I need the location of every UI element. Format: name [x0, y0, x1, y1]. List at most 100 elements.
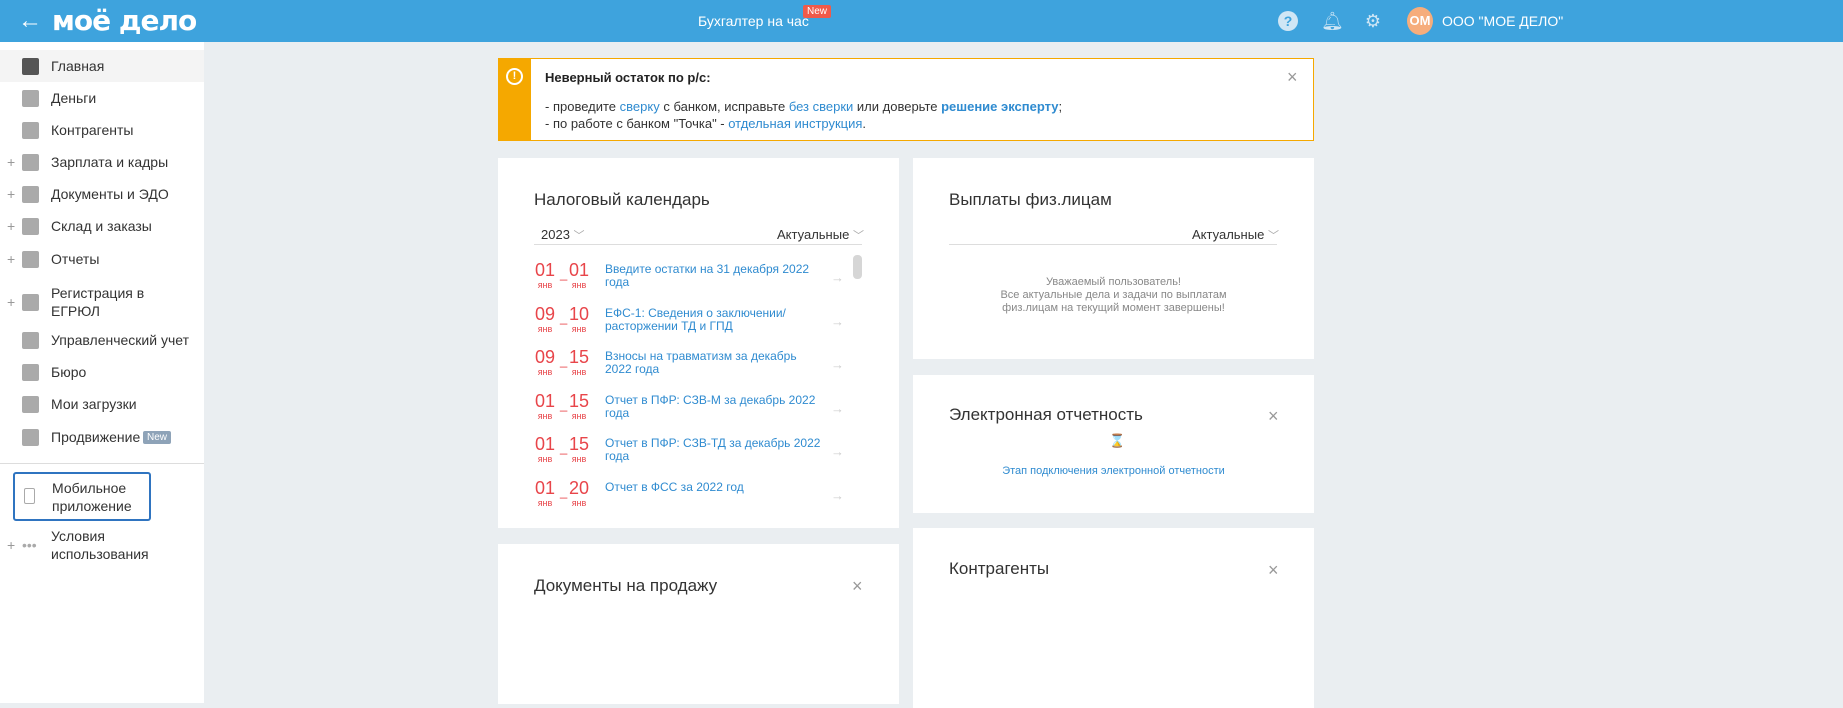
expand-icon[interactable]: + — [7, 537, 15, 553]
date-to: 15 — [568, 390, 590, 411]
contractors-card: Контрагенты × — [913, 528, 1314, 708]
sidebar-item-documents[interactable]: + Документы и ЭДО — [0, 178, 204, 210]
month-to: янв — [571, 410, 587, 421]
close-icon[interactable]: × — [1268, 406, 1279, 427]
calendar-row[interactable]: 01 янв _ 15 янв Отчет в ПФР: СЗВ-ТД за декабр… — [534, 434, 854, 474]
task-link[interactable]: Взносы на травматизм за декабрь 2022 год… — [605, 350, 825, 376]
scrollbar[interactable] — [853, 255, 862, 279]
home-icon — [22, 57, 39, 75]
date-from: 01 — [534, 434, 556, 454]
mobile-app-link[interactable]: Мобильное приложение — [13, 472, 151, 521]
arrow-right-icon[interactable]: → — [831, 444, 844, 459]
docs-for-sale-card: Документы на продажу × — [498, 544, 899, 704]
text: Все актуальные дела и задачи по выплатам — [1000, 289, 1227, 301]
calendar-row[interactable]: 01 янв _ 20 янв Отчет в ФСС за 2022 год → — [534, 478, 854, 518]
card-title: Электронная отчетность — [949, 405, 1143, 424]
chevron-down-icon: ﹀ — [852, 230, 864, 242]
sidebar-item-reports[interactable]: + Отчеты — [0, 243, 204, 275]
instruction-link[interactable]: отдельная инструкция — [728, 116, 862, 131]
task-link[interactable]: Отчет в ПФР: СЗВ-М за декабрь 2022 года — [605, 393, 825, 420]
date-to: 01 — [568, 260, 590, 280]
arrow-right-icon[interactable]: → — [831, 488, 844, 503]
arrow-right-icon[interactable]: → — [831, 357, 844, 372]
logo[interactable]: моё дело — [52, 4, 197, 37]
sidebar-item-bureau[interactable]: Бюро — [0, 356, 204, 388]
accountant-per-hour-link[interactable]: Бухгалтер на час — [698, 13, 809, 29]
warehouse-icon — [22, 217, 39, 235]
calendar-row[interactable]: 09 янв _ 15 янв Взносы на травматизм за декаб… — [534, 347, 854, 387]
gear-icon[interactable]: ⚙ — [1363, 11, 1383, 31]
back-arrow-icon[interactable]: ← — [18, 7, 42, 35]
arrow-right-icon[interactable]: → — [831, 270, 844, 285]
sidebar-item-promotion[interactable]: Продвижение New — [0, 421, 204, 453]
filter-value: Актуальные — [777, 227, 850, 242]
sidebar-item-contractors[interactable]: Контрагенты — [0, 114, 204, 146]
filter-select[interactable]: Актуальные ﹀ — [1192, 227, 1279, 243]
task-link[interactable]: Отчет в ПФР: СЗВ-ТД за декабрь 2022 года — [605, 437, 825, 463]
close-icon[interactable]: × — [1268, 560, 1279, 581]
divider — [0, 463, 204, 464]
sidebar-item-home[interactable]: Главная — [0, 50, 204, 82]
text: физ.лицам на текущий момент завершены! — [1002, 302, 1225, 314]
card-title: Выплаты физ.лицам — [949, 190, 1112, 209]
bell-icon[interactable]: 🔔︎ — [1321, 11, 1344, 31]
month-from: янв — [537, 280, 553, 290]
year-select[interactable]: 2023 ﹀ — [541, 227, 585, 243]
chevron-down-icon: ﹀ — [573, 230, 585, 242]
sidebar-item-salary[interactable]: + Зарплата и кадры — [0, 146, 204, 178]
briefcase-icon — [22, 363, 39, 381]
sidebar-item-money[interactable]: Деньги — [0, 82, 204, 114]
card-title: Документы на продажу — [534, 576, 718, 595]
expand-icon[interactable]: + — [7, 218, 15, 234]
reconcile-link[interactable]: сверку — [620, 99, 660, 114]
month-from: янв — [537, 323, 553, 334]
expand-icon[interactable]: + — [7, 154, 15, 170]
sidebar-item-terms[interactable]: + ••• Условия использования — [0, 525, 204, 565]
dash: _ — [560, 396, 568, 412]
help-icon[interactable]: ? — [1278, 11, 1298, 31]
calendar-row[interactable]: 01 янв _ 01 янв Введите остатки на 31 декабря… — [534, 260, 854, 300]
task-link[interactable]: ЕФС-1: Сведения о заключении/ расторжени… — [605, 306, 825, 333]
text: Уважаемый пользователь! — [1046, 276, 1181, 288]
month-to: янв — [571, 323, 587, 334]
alert-line-1: - проведите сверку с банком, исправьте б… — [545, 99, 1062, 114]
divider — [534, 244, 862, 245]
expand-icon[interactable]: + — [7, 186, 15, 202]
calendar-row[interactable]: 09 янв _ 10 янв ЕФС-1: Сведения о заключении/… — [534, 304, 854, 344]
connection-stage-link[interactable]: Этап подключения электронной отчетности — [913, 465, 1314, 477]
month-from: янв — [537, 454, 553, 464]
calendar-row[interactable]: 01 янв _ 15 янв Отчет в ПФР: СЗВ-М за декабрь… — [534, 391, 854, 431]
more-icon: ••• — [22, 537, 37, 553]
date-from: 01 — [534, 390, 556, 411]
phone-icon — [24, 488, 35, 504]
task-link[interactable]: Введите остатки на 31 декабря 2022 года — [605, 263, 825, 289]
sidebar-item-warehouse[interactable]: + Склад и заказы — [0, 210, 204, 242]
task-link[interactable]: Отчет в ФСС за 2022 год — [605, 480, 825, 494]
warning-icon: ! — [506, 68, 523, 85]
dash: _ — [560, 483, 568, 499]
text: с банком, исправьте — [659, 99, 789, 114]
month-from: янв — [537, 367, 553, 377]
expert-solution-link[interactable]: решение эксперту — [941, 99, 1058, 114]
date-to: 15 — [568, 434, 590, 454]
avatar[interactable]: ОМ — [1407, 7, 1433, 35]
close-icon[interactable]: × — [1287, 67, 1298, 88]
close-icon[interactable]: × — [852, 576, 863, 597]
date-to: 20 — [568, 477, 590, 498]
expand-icon[interactable]: + — [7, 251, 15, 267]
text: . — [862, 116, 867, 131]
management-icon — [22, 331, 39, 349]
chevron-down-icon: ﹀ — [1267, 230, 1279, 242]
filter-select[interactable]: Актуальные ﹀ — [777, 227, 864, 243]
arrow-right-icon[interactable]: → — [831, 401, 844, 416]
org-name[interactable]: ООО "МОЕ ДЕЛО" — [1442, 13, 1563, 29]
expand-icon[interactable]: + — [7, 294, 15, 310]
arrow-right-icon[interactable]: → — [831, 314, 844, 329]
without-reconcile-link[interactable]: без сверки — [789, 99, 854, 114]
date-from: 01 — [534, 477, 556, 498]
sidebar-item-management[interactable]: Управленческий учет — [0, 324, 204, 356]
sidebar-item-downloads[interactable]: Мои загрузки — [0, 388, 204, 420]
card-title: Налоговый календарь — [534, 190, 710, 209]
month-from: янв — [537, 410, 553, 421]
sidebar-item-registration[interactable]: + Регистрация в ЕГРЮЛ — [0, 280, 204, 324]
